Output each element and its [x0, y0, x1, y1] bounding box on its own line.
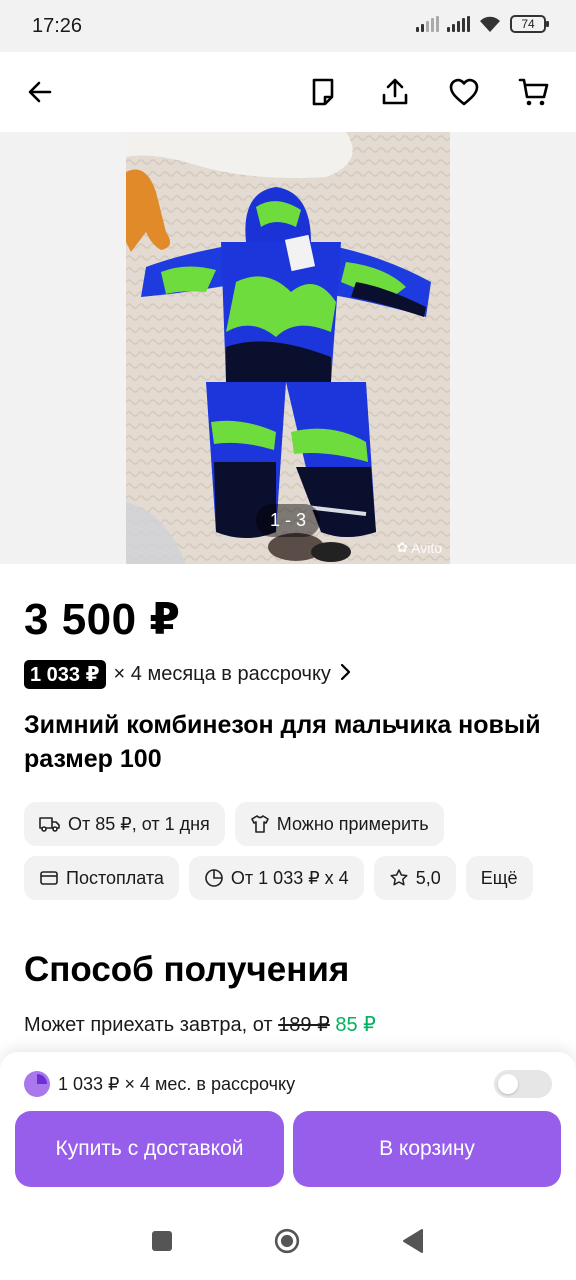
bottom-action-sheet: 1 033 ₽ × 4 мес. в рассрочку Купить с до…	[0, 1052, 576, 1200]
signal-icon	[447, 16, 470, 32]
star-icon	[390, 869, 408, 886]
pie-icon	[205, 869, 223, 887]
add-to-cart-button[interactable]: В корзину	[293, 1111, 561, 1187]
back-arrow-icon[interactable]	[20, 72, 60, 112]
section-title-delivery: Способ получения	[24, 950, 350, 989]
truck-icon	[39, 817, 60, 832]
installment-text: × 4 месяца в рассрочку	[113, 663, 331, 685]
back-triangle-icon[interactable]	[400, 1228, 426, 1254]
chip-label: 5,0	[415, 867, 441, 888]
avito-watermark: ✿ Avito	[396, 539, 442, 556]
top-app-bar	[0, 52, 576, 132]
chevron-right-icon	[339, 663, 351, 687]
status-icons: 74	[416, 15, 549, 33]
heart-icon[interactable]	[444, 72, 484, 112]
photo-counter: 1 - 3	[255, 504, 321, 537]
share-icon[interactable]	[375, 72, 415, 112]
split-pie-icon	[24, 1071, 50, 1097]
status-bar: 17:26 74	[0, 0, 576, 52]
chip-label: Ещё	[480, 867, 518, 888]
split-toggle[interactable]	[494, 1070, 552, 1098]
chip-postpay[interactable]: Постоплата	[24, 856, 179, 900]
chip-label: Можно примерить	[276, 813, 429, 834]
feature-chips-row-2: Постоплата От 1 033 ₽ х 4 5,0 Ещё	[24, 856, 554, 900]
old-delivery-price: 189 ₽	[278, 1014, 330, 1036]
price: 3 500 ₽	[24, 595, 181, 644]
delivery-estimate: Может приехать завтра, от 189 ₽ 85 ₽	[24, 1014, 376, 1036]
split-payment-row[interactable]: 1 033 ₽ × 4 мес. в рассрочку	[24, 1070, 552, 1098]
shirt-icon	[250, 815, 269, 833]
installment-link[interactable]: 1 033 ₽ × 4 месяца в рассрочку	[24, 660, 351, 689]
chip-try-on[interactable]: Можно примерить	[234, 802, 444, 846]
feature-chips-row-1: От 85 ₽, от 1 дня Можно примерить	[24, 802, 554, 846]
note-icon[interactable]	[303, 72, 343, 112]
wallet-icon	[40, 871, 58, 885]
wifi-icon	[480, 16, 500, 32]
chip-more[interactable]: Ещё	[465, 856, 533, 900]
product-photo[interactable]: 1 - 3 ✿ Avito	[126, 132, 450, 564]
installment-amount-badge: 1 033 ₽	[24, 660, 106, 689]
battery-icon: 74	[510, 15, 549, 33]
signal-icon	[416, 16, 439, 32]
chip-installment[interactable]: От 1 033 ₽ х 4	[188, 856, 364, 900]
photo-gallery[interactable]: 1 - 3 ✿ Avito	[0, 132, 576, 564]
chip-label: Постоплата	[66, 867, 164, 888]
chip-rating[interactable]: 5,0	[373, 856, 456, 900]
listing-title: Зимний комбинезон для мальчика новый раз…	[24, 711, 541, 773]
chip-label: От 85 ₽, от 1 дня	[68, 813, 210, 834]
new-delivery-price: 85 ₽	[335, 1014, 376, 1036]
home-circle-icon[interactable]	[274, 1228, 300, 1254]
buy-with-delivery-button[interactable]: Купить с доставкой	[15, 1111, 284, 1187]
split-text: 1 033 ₽ × 4 мес. в рассрочку	[58, 1073, 296, 1094]
cart-icon[interactable]	[514, 72, 554, 112]
chip-label: От 1 033 ₽ х 4	[230, 867, 349, 888]
avito-logo-icon: ✿	[396, 539, 409, 555]
chip-delivery[interactable]: От 85 ₽, от 1 дня	[24, 802, 225, 846]
system-nav-bar	[0, 1200, 576, 1280]
status-time: 17:26	[32, 15, 83, 37]
recents-square-icon[interactable]	[149, 1228, 175, 1254]
